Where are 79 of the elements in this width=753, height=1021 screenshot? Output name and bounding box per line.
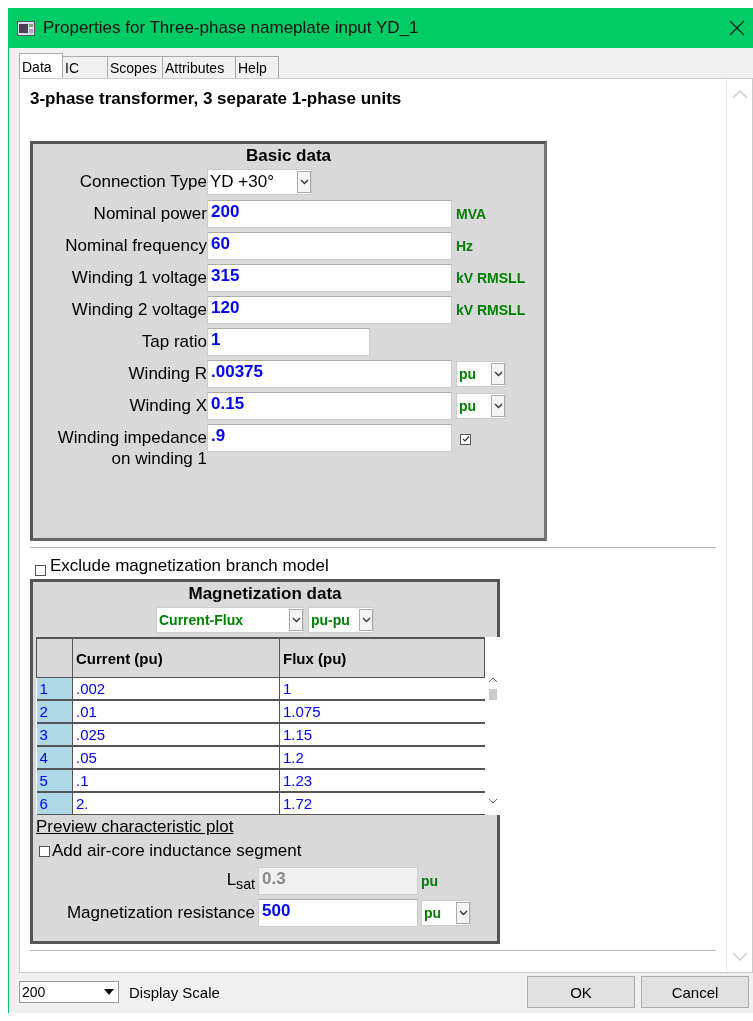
connection-type-select[interactable]: YD +30°	[207, 169, 312, 195]
unit-select[interactable]: pu	[421, 900, 471, 926]
row-number: 6	[36, 792, 73, 815]
curve-type-select[interactable]: Current-Flux	[156, 607, 304, 633]
caret-icon	[299, 179, 309, 185]
dialog-heading: 3-phase transformer, 3 separate 1-phase units	[30, 89, 403, 109]
unit-label: MVA	[456, 206, 487, 222]
table-cell: 1.2	[279, 746, 485, 769]
input-field[interactable]: 200	[207, 200, 452, 228]
field-label: Winding 1 voltage	[70, 267, 207, 288]
input-field[interactable]: 60	[207, 232, 452, 260]
column-header: Current (pu)	[72, 638, 280, 678]
close-icon[interactable]	[729, 20, 745, 36]
row-number: 1	[36, 677, 73, 700]
unit-select[interactable]: pu	[456, 361, 506, 387]
table-cell: .025	[72, 723, 280, 746]
caret-icon	[493, 403, 503, 409]
caret-icon	[458, 910, 468, 916]
table-cell: 1.15	[279, 723, 485, 746]
dialog-button[interactable]: OK	[527, 976, 635, 1008]
dialog-button[interactable]: Cancel	[641, 976, 749, 1008]
field-label: Winding X	[128, 395, 207, 416]
field-label: L$_{sat}$	[225, 869, 255, 893]
input-field[interactable]: 500	[258, 899, 418, 927]
checkbox-label: Exclude magnetization branch model	[50, 556, 329, 576]
table-cell: 1	[279, 677, 485, 700]
table-cell: .05	[72, 746, 280, 769]
caret-icon	[291, 617, 301, 623]
table-cell: .002	[72, 677, 280, 700]
unit-label: kV RMSLL	[456, 302, 526, 318]
checkbox[interactable]	[35, 565, 46, 576]
field-label: Winding 2 voltage	[70, 299, 207, 320]
tab[interactable]: Scopes	[107, 56, 163, 78]
field-label: Winding R	[127, 363, 207, 384]
row-number: 2	[36, 700, 73, 723]
row-number: 3	[36, 723, 73, 746]
input-field[interactable]: .9	[207, 424, 452, 452]
input-field[interactable]: .00375	[207, 360, 452, 388]
table-cell: .1	[72, 769, 280, 792]
panel-title: Magnetization data	[187, 584, 343, 604]
unit-label: pu	[421, 873, 439, 889]
checkbox[interactable]	[39, 845, 50, 857]
tab[interactable]: Help	[235, 56, 279, 78]
tab[interactable]: Data	[19, 53, 63, 78]
unit-select[interactable]: pu	[456, 393, 506, 419]
checkbox[interactable]	[460, 433, 471, 445]
row-number: 5	[36, 769, 73, 792]
scroll-up-icon[interactable]	[487, 675, 498, 701]
dropdown-arrow-icon[interactable]	[104, 989, 114, 995]
unit-label: Hz	[456, 238, 474, 254]
table-cell: 2.	[72, 792, 280, 815]
input-field[interactable]: 120	[207, 296, 452, 324]
field-label: Connection Type	[78, 171, 207, 192]
display-scale-combo[interactable]: 200	[19, 981, 119, 1003]
input-field[interactable]: 0.15	[207, 392, 452, 420]
preview-plot-link[interactable]: Preview characteristic plot	[36, 817, 234, 837]
scroll-down-icon[interactable]	[487, 797, 498, 805]
caret-icon	[361, 617, 371, 623]
field-label: Nominal power	[92, 203, 207, 224]
unit-label: kV RMSLL	[456, 270, 526, 286]
row-number: 4	[36, 746, 73, 769]
units-select[interactable]: pu-pu	[308, 607, 374, 633]
panel-title: Basic data	[244, 146, 332, 166]
display-scale-label: Display Scale	[129, 983, 221, 1001]
field-label: Winding impedance on winding 1	[56, 427, 207, 469]
field-label: Magnetization resistance	[65, 903, 255, 923]
checkbox-label: Add air-core inductance segment	[52, 841, 302, 861]
field-label: Tap ratio	[140, 331, 207, 352]
table-cell: 1.23	[279, 769, 485, 792]
input-field[interactable]: 315	[207, 264, 452, 292]
table-cell: 1.075	[279, 700, 485, 723]
window-title: Properties for Three-phase nameplate input YD_1	[43, 18, 420, 38]
column-header: Flux (pu)	[279, 638, 485, 678]
app-icon	[17, 20, 35, 36]
table-cell: .01	[72, 700, 280, 723]
field-label: Nominal frequency	[64, 235, 207, 256]
input-field[interactable]: 1	[207, 328, 370, 356]
caret-icon	[493, 371, 503, 377]
table-cell: 1.72	[279, 792, 485, 815]
